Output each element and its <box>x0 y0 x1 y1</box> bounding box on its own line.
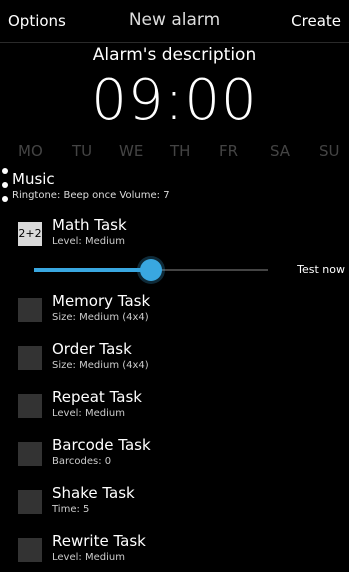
test-now-button[interactable]: Test now <box>297 263 345 276</box>
day-su[interactable]: SU <box>319 142 340 160</box>
task-name: Repeat Task <box>52 388 142 406</box>
task-item[interactable]: Shake Task Time: 5 <box>0 480 349 524</box>
music-title: Music <box>12 170 55 188</box>
music-setting[interactable]: Music Ringtone: Beep once Volume: 7 <box>0 168 349 208</box>
alarm-description[interactable]: Alarm's description <box>0 45 349 65</box>
slider-knob[interactable] <box>140 259 162 281</box>
repeat-task-icon <box>18 394 42 418</box>
order-task-icon <box>18 346 42 370</box>
task-item[interactable]: Order Task Size: Medium (4x4) <box>0 336 349 380</box>
shake-task-icon <box>18 490 42 514</box>
task-item[interactable]: Memory Task Size: Medium (4x4) <box>0 288 349 332</box>
drag-handle-icon <box>2 168 10 210</box>
day-we[interactable]: WE <box>119 142 143 160</box>
day-th[interactable]: TH <box>170 142 190 160</box>
task-detail: Size: Medium (4x4) <box>52 360 149 371</box>
day-fr[interactable]: FR <box>219 142 238 160</box>
task-detail: Time: 5 <box>52 504 90 515</box>
math-task[interactable]: 2+2 Math Task Level: Medium <box>0 212 349 256</box>
math-icon: 2+2 <box>18 222 42 246</box>
task-name: Shake Task <box>52 484 135 502</box>
rewrite-task-icon <box>18 538 42 562</box>
task-name: Rewrite Task <box>52 532 146 550</box>
task-name: Barcode Task <box>52 436 151 454</box>
barcode-task-icon <box>18 442 42 466</box>
slider-fill <box>34 268 151 272</box>
task-name: Order Task <box>52 340 132 358</box>
task-item[interactable]: Barcode Task Barcodes: 0 <box>0 432 349 476</box>
task-detail: Barcodes: 0 <box>52 456 112 467</box>
weekday-selector: MO TU WE TH FR SA SU <box>0 142 349 164</box>
day-mo[interactable]: MO <box>18 142 43 160</box>
task-detail: Size: Medium (4x4) <box>52 312 149 323</box>
day-tu[interactable]: TU <box>72 142 92 160</box>
task-detail: Level: Medium <box>52 236 125 247</box>
day-sa[interactable]: SA <box>270 142 290 160</box>
top-bar: Options New alarm Create <box>0 0 349 43</box>
task-name: Math Task <box>52 216 127 234</box>
memory-task-icon <box>18 298 42 322</box>
difficulty-slider[interactable]: Test now <box>0 255 349 285</box>
music-details: Ringtone: Beep once Volume: 7 <box>12 190 170 201</box>
task-item[interactable]: Rewrite Task Level: Medium <box>0 528 349 572</box>
task-detail: Level: Medium <box>52 408 125 419</box>
task-detail: Level: Medium <box>52 552 125 563</box>
task-item[interactable]: Repeat Task Level: Medium <box>0 384 349 428</box>
task-name: Memory Task <box>52 292 151 310</box>
create-button[interactable]: Create <box>291 12 341 30</box>
alarm-time[interactable]: 09:00 <box>0 68 349 133</box>
